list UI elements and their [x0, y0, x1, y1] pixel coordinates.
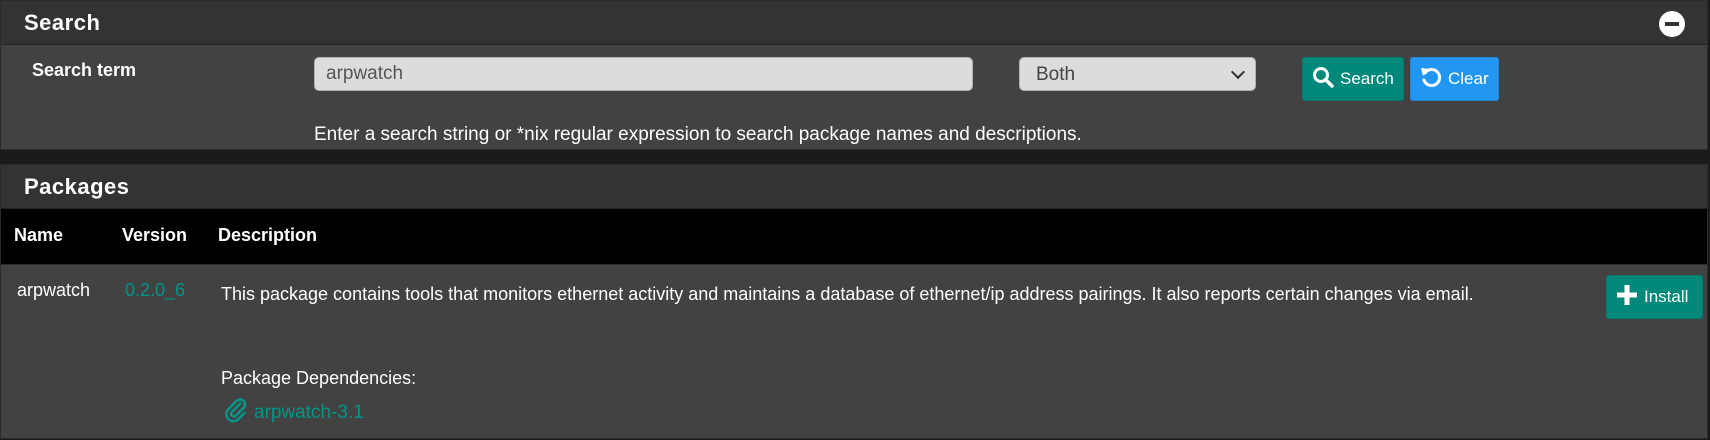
- package-name: arpwatch: [17, 280, 91, 300]
- column-header-name[interactable]: Name: [14, 225, 63, 246]
- packages-panel-title: Packages: [24, 174, 130, 199]
- search-icon: [1311, 65, 1335, 94]
- install-button-label: Install: [1644, 287, 1689, 306]
- column-header-description[interactable]: Description: [218, 225, 317, 246]
- clear-button[interactable]: Clear: [1410, 57, 1499, 101]
- packages-panel: Packages Name Version Description arpwat…: [0, 164, 1708, 439]
- undo-icon: [1419, 65, 1443, 94]
- package-version-link[interactable]: 0.2.0_6: [125, 280, 185, 301]
- search-button[interactable]: Search: [1302, 57, 1404, 101]
- search-help-text: Enter a search string or *nix regular ex…: [314, 124, 1082, 145]
- column-header-version[interactable]: Version: [122, 225, 187, 246]
- packages-panel-heading: Packages: [1, 165, 1707, 209]
- table-row: arpwatch 0.2.0_6 This package contains t…: [1, 264, 1707, 440]
- search-button-label: Search: [1340, 69, 1394, 88]
- chevron-down-icon: [1230, 64, 1246, 80]
- search-scope-select[interactable]: Both: [1019, 57, 1256, 91]
- search-input[interactable]: [314, 57, 973, 91]
- package-description: This package contains tools that monitor…: [221, 284, 1474, 304]
- search-panel-title: Search: [24, 10, 101, 35]
- search-scope-value: Both: [1036, 64, 1076, 85]
- dependency-label: arpwatch-3.1: [254, 402, 364, 423]
- search-panel: Search Search term Both Search Clear Ent…: [0, 0, 1708, 150]
- dependency-link[interactable]: arpwatch-3.1: [223, 397, 364, 429]
- table-header: Name Version Description: [1, 209, 1707, 264]
- clear-button-label: Clear: [1448, 69, 1489, 88]
- paperclip-icon: [223, 397, 249, 429]
- search-panel-heading: Search: [1, 1, 1707, 45]
- collapse-icon[interactable]: [1659, 11, 1685, 37]
- install-button[interactable]: Install: [1606, 275, 1703, 319]
- search-term-label: Search term: [32, 60, 137, 80]
- plus-icon: [1615, 283, 1639, 312]
- package-dependencies-label: Package Dependencies:: [221, 368, 417, 388]
